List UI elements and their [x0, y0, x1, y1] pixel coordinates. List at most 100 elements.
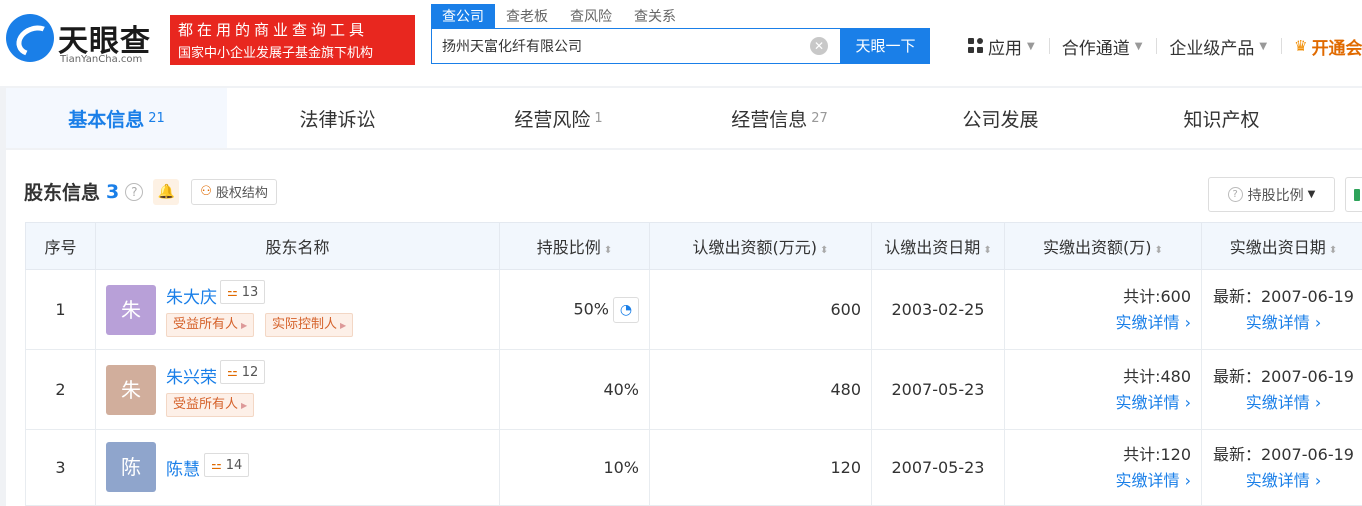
tab-operation-info[interactable]: 经营信息 27: [669, 88, 890, 148]
search-button[interactable]: 天眼一下: [841, 28, 930, 64]
search-tab-risk[interactable]: 查风险: [559, 4, 623, 28]
table-header-row: 序号 股东名称 持股比例 ⬍ 认缴出资额(万元) ⬍ 认缴出资日期 ⬍ 实缴出资额(万…: [25, 222, 1362, 270]
relations-badge[interactable]: ⚍ 14: [204, 453, 250, 477]
paid-detail-link[interactable]: 实缴详情 ›: [1005, 390, 1192, 416]
header-subscribed-date-label: 认缴出资日期: [884, 238, 981, 257]
search-box: ✕: [431, 28, 841, 64]
paid-detail-link[interactable]: 实缴详情 ›: [1005, 310, 1192, 336]
relations-badge[interactable]: ⚍ 13: [220, 280, 266, 304]
paid-date-detail-link[interactable]: 实缴详情 ›: [1202, 468, 1362, 494]
header-ratio[interactable]: 持股比例 ⬍: [499, 222, 650, 270]
shareholder-cell: 朱 朱兴荣 ⚍ 12 受益所有人 ▶: [95, 349, 500, 430]
caret-right-icon: ▶: [241, 401, 248, 410]
section-title: 股东信息: [24, 182, 101, 204]
paid-total: 共计:480: [1123, 366, 1191, 386]
avatar: 朱: [106, 285, 156, 335]
caret-right-icon: ▶: [241, 321, 248, 330]
equity-structure-button[interactable]: ⚇ 股权结构: [191, 178, 277, 205]
ratio-value: 40%: [603, 380, 639, 399]
tianyancha-logo[interactable]: 天眼查 TianYanCha.com: [6, 12, 166, 68]
subscribed-amount: 120: [649, 429, 872, 506]
sort-icon: ⬍: [1154, 245, 1163, 256]
tab-count: 1: [594, 110, 603, 126]
search-input[interactable]: [432, 29, 792, 63]
header-ratio-label: 持股比例: [536, 238, 601, 257]
nav-apps-label: 应用: [988, 38, 1022, 59]
help-icon[interactable]: ?: [125, 182, 144, 201]
tab-label: 经营风险: [514, 108, 591, 131]
equity-structure-label: 股权结构: [215, 186, 268, 201]
subscribed-date: 2007-05-23: [871, 349, 1005, 430]
tab-development[interactable]: 公司发展: [890, 88, 1111, 148]
caret-right-icon: ▶: [340, 321, 347, 330]
paid-date-detail-label: 实缴详情: [1245, 312, 1310, 332]
relations-count: 12: [241, 364, 259, 380]
header-subscribed-amount-label: 认缴出资额(万元): [692, 238, 818, 257]
relations-count: 13: [241, 284, 259, 300]
header-paid-amount[interactable]: 实缴出资额(万) ⬍: [1004, 222, 1202, 270]
grid-icon: [968, 38, 984, 54]
slogan-line2: 国家中小企业发展子基金旗下机构: [178, 46, 374, 61]
row-index: 2: [25, 349, 96, 430]
paid-date-detail-label: 实缴详情: [1245, 392, 1310, 412]
nav-cooperation[interactable]: 合作通道 ▼: [1062, 34, 1157, 59]
row-index: 1: [25, 269, 96, 350]
clear-icon[interactable]: ✕: [810, 37, 828, 55]
company-tabs: 基本信息 21 法律诉讼 经营风险 1 经营信息 27 公司发展 知识产权: [6, 88, 1362, 148]
search-tab-company[interactable]: 查公司: [431, 4, 495, 28]
nav-enterprise[interactable]: 企业级产品 ▼: [1169, 34, 1281, 59]
nav-divider: [1156, 38, 1158, 54]
tag-actual-controller[interactable]: 实际控制人 ▶: [265, 313, 354, 337]
tab-legal[interactable]: 法律诉讼: [227, 88, 448, 148]
sort-icon: ⬍: [820, 245, 829, 256]
relation-graph-icon: ⚍: [227, 365, 238, 379]
tab-label: 基本信息: [68, 108, 145, 131]
ratio-dropdown[interactable]: ? 持股比例 ▼: [1208, 177, 1335, 212]
paid-latest: 最新：2007-06-19: [1213, 444, 1354, 464]
tag-label: 受益所有人: [173, 317, 239, 332]
pie-chart-icon[interactable]: ◔: [613, 296, 639, 323]
bell-icon[interactable]: 🔔: [153, 178, 180, 205]
tab-label: 知识产权: [1183, 108, 1260, 131]
paid-date-detail-link[interactable]: 实缴详情 ›: [1202, 390, 1362, 416]
relations-count: 14: [225, 457, 243, 473]
crown-icon: ♛: [1294, 37, 1308, 55]
tab-label: 经营信息: [731, 108, 808, 131]
slogan-banner: 都在用的商业查询工具 国家中小企业发展子基金旗下机构: [170, 15, 415, 65]
shareholder-section: 股东信息 3 ? 🔔 ⚇ 股权结构 ? 持股比例 ▼ 序号 股东名称 持股比例 ⬍…: [6, 150, 1362, 506]
tag-beneficial-owner[interactable]: 受益所有人 ▶: [166, 313, 255, 337]
relations-badge[interactable]: ⚍ 12: [220, 360, 266, 384]
ratio-dropdown-label: 持股比例: [1247, 187, 1304, 204]
nav-vip[interactable]: ♛ 开通会: [1294, 34, 1362, 59]
tab-basic-info[interactable]: 基本信息 21: [6, 88, 227, 148]
header-subscribed-date[interactable]: 认缴出资日期 ⬍: [871, 222, 1005, 270]
search-tab-boss[interactable]: 查老板: [495, 4, 559, 28]
paid-detail-link[interactable]: 实缴详情 ›: [1005, 468, 1192, 494]
tab-ip[interactable]: 知识产权: [1111, 88, 1332, 148]
tab-label: 公司发展: [962, 108, 1039, 131]
ratio-value: 10%: [603, 458, 639, 477]
nav-enterprise-label: 企业级产品: [1169, 38, 1255, 59]
subscribed-amount: 600: [649, 269, 872, 350]
paid-detail-label: 实缴详情: [1115, 392, 1180, 412]
nav-apps[interactable]: 应用 ▼: [968, 34, 1049, 59]
nav-divider: [1281, 38, 1283, 54]
header-paid-date[interactable]: 实缴出资日期 ⬍: [1201, 222, 1362, 270]
shareholder-name-link[interactable]: 朱大庆: [166, 283, 217, 308]
export-excel-button[interactable]: [1345, 177, 1362, 212]
ratio-cell: 50% ◔: [499, 269, 650, 350]
table-row: 2 朱 朱兴荣 ⚍ 12 受益所有人 ▶ 40% 480 2007-05-23 共…: [25, 349, 1362, 430]
ratio-cell: 10%: [499, 429, 650, 506]
table-row: 3 陈 陈慧 ⚍ 14 10% 120 2007-05-23 共计:120 实缴…: [25, 429, 1362, 506]
header-index: 序号: [25, 222, 96, 270]
header-subscribed-amount[interactable]: 认缴出资额(万元) ⬍: [649, 222, 872, 270]
tab-operation-risk[interactable]: 经营风险 1: [448, 88, 669, 148]
shareholder-name-link[interactable]: 朱兴荣: [166, 363, 217, 388]
nav-cooperation-label: 合作通道: [1061, 38, 1130, 59]
search-tab-relation[interactable]: 查关系: [623, 4, 687, 28]
tag-beneficial-owner[interactable]: 受益所有人 ▶: [166, 393, 255, 417]
ratio-value: 50%: [573, 299, 609, 318]
nav-vip-label: 开通会: [1311, 38, 1362, 59]
paid-date-detail-link[interactable]: 实缴详情 ›: [1202, 310, 1362, 336]
shareholder-name-link[interactable]: 陈慧: [166, 455, 200, 480]
